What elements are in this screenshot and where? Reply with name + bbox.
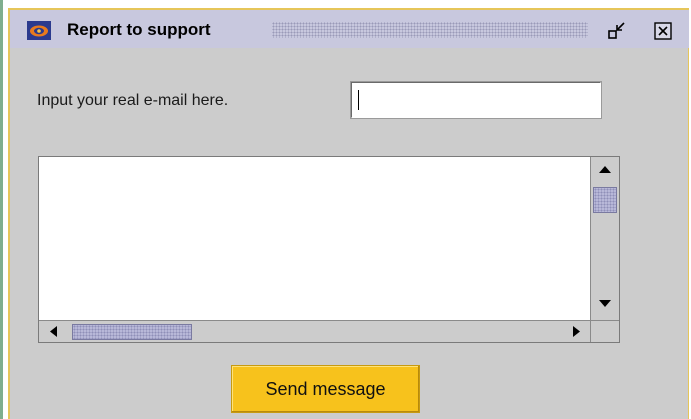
message-textarea[interactable]	[39, 157, 590, 320]
arrow-left-icon	[50, 326, 57, 337]
title-bar[interactable]: Report to support	[10, 10, 689, 48]
scroll-corner	[590, 320, 619, 342]
email-field[interactable]	[351, 82, 601, 118]
text-caret	[358, 90, 359, 110]
scroll-down-button[interactable]	[593, 291, 617, 315]
email-label: Input your real e-mail here.	[37, 92, 229, 109]
report-dialog: Report to support Input your real e-mail…	[8, 8, 689, 419]
message-scroll-pane	[38, 156, 620, 343]
arrow-down-icon	[599, 300, 611, 307]
restore-minimize-icon[interactable]	[607, 21, 627, 41]
arrow-right-icon	[573, 326, 580, 337]
close-icon[interactable]	[654, 22, 672, 40]
send-message-button[interactable]: Send message	[231, 365, 420, 413]
vertical-scroll-thumb[interactable]	[593, 187, 617, 213]
scroll-up-button[interactable]	[593, 159, 617, 181]
arrow-up-icon	[599, 166, 611, 173]
vertical-scrollbar[interactable]	[590, 157, 619, 320]
scroll-left-button[interactable]	[41, 322, 65, 341]
title-grip	[272, 22, 588, 38]
horizontal-scroll-thumb[interactable]	[72, 324, 192, 340]
scroll-right-button[interactable]	[564, 322, 588, 341]
horizontal-scrollbar[interactable]	[39, 320, 590, 342]
window-title: Report to support	[67, 20, 211, 39]
eye-logo-icon	[27, 21, 51, 40]
desktop-edge	[0, 0, 3, 419]
